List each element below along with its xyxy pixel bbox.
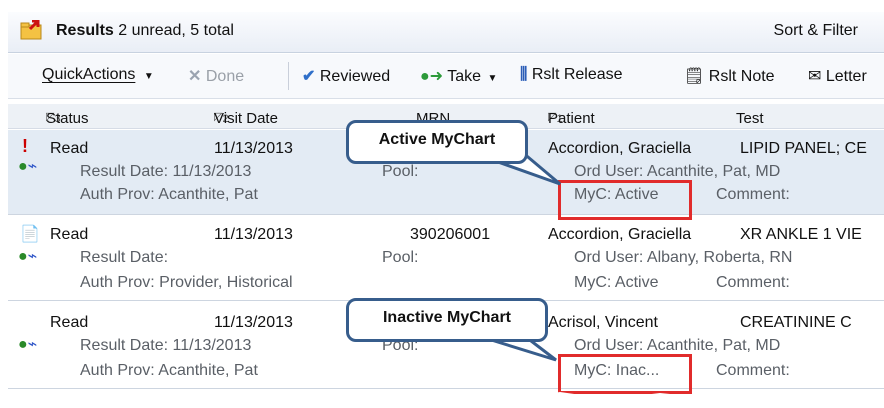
dropdown-arrow-icon: ▼ <box>143 71 154 82</box>
take-arrow-icon: ●➜ <box>420 68 444 85</box>
row-ord-user: Ord User: Acanthite, Pat, MD <box>574 163 781 180</box>
row-auth-prov: Auth Prov: Acanthite, Pat <box>80 362 258 379</box>
column-status-label: Status <box>46 110 89 127</box>
row-ord-user: Ord User: Acanthite, Pat, MD <box>574 337 781 354</box>
row-test: LIPID PANEL; CE <box>740 140 867 157</box>
row-auth-prov: Auth Prov: Provider, Historical <box>80 274 293 291</box>
row-status: Read <box>50 314 89 331</box>
row-visit-date: 11/13/2013 <box>214 226 293 243</box>
letter-icon: ✉ <box>808 68 822 85</box>
row-visit-date: 11/13/2013 <box>214 140 293 157</box>
results-title-bold: Results <box>56 22 114 39</box>
active-mychart-callout: Active MyChart <box>346 120 528 164</box>
row-visit-date: 11/13/2013 <box>214 314 293 331</box>
results-header: Results 2 unread, 5 total Sort & Filter <box>8 12 884 53</box>
toolbar-separator <box>288 62 289 90</box>
row-status: Read <box>50 226 89 243</box>
row-comment: Comment: <box>716 186 790 203</box>
take-button[interactable]: ●➜ Take ▼ <box>420 66 497 86</box>
document-icon: 📄 <box>20 226 40 243</box>
row-patient: Accordion, Graciella <box>548 226 692 243</box>
row-patient: Acrisol, Vincent <box>548 314 658 331</box>
results-count: 2 unread, 5 total <box>118 22 234 39</box>
done-button[interactable]: ✕ Done <box>188 66 244 86</box>
release-icon: ⫼ <box>520 66 528 83</box>
mychart-status-icon: ●⌁ <box>18 336 38 353</box>
results-window: Results 2 unread, 5 total Sort & Filter … <box>0 0 884 408</box>
quickactions-menu[interactable]: QuickActions ▼ <box>42 66 154 84</box>
column-visit-date-label: Visit Date <box>214 110 278 127</box>
sort-filter-button[interactable]: Sort & Filter <box>774 22 858 40</box>
mychart-status-icon: ●⌁ <box>18 248 38 265</box>
take-label: Take <box>447 68 482 85</box>
reviewed-button[interactable]: ✔ Reviewed <box>302 66 390 86</box>
row-ord-user: Ord User: Albany, Roberta, RN <box>574 249 793 266</box>
rslt-release-label: Rslt Release <box>531 66 623 83</box>
row-result-date: Result Date: 11/13/2013 <box>80 337 252 354</box>
row-mrn: 390206001 <box>410 226 491 243</box>
torn-edge <box>0 392 884 408</box>
column-test-label: Test <box>736 110 764 127</box>
column-patient-label: Patient <box>548 110 595 127</box>
active-mychart-callout-text: Active MyChart <box>378 131 496 148</box>
letter-button[interactable]: ✉ Letter <box>808 66 867 86</box>
table-row[interactable]: 📄 ●⌁ Read 11/13/2013 390206001 Accordion… <box>8 216 884 301</box>
rslt-note-button[interactable]: 🗒 Rslt Note <box>684 66 775 86</box>
row-mychart-status: MyC: Active <box>574 274 659 291</box>
row-pool: Pool: <box>382 249 419 266</box>
row-test: CREATININE C <box>740 314 852 331</box>
note-icon: 🗒 <box>684 68 705 85</box>
mychart-status-icon: ●⌁ <box>18 158 38 175</box>
row-comment: Comment: <box>716 362 790 379</box>
row-patient: Accordion, Graciella <box>548 140 692 157</box>
active-mychart-highlight <box>558 180 692 220</box>
row-auth-prov: Auth Prov: Acanthite, Pat <box>80 186 258 203</box>
checkmark-icon: ✔ <box>302 68 316 85</box>
dropdown-arrow-icon: ▼ <box>487 73 498 84</box>
reviewed-label: Reviewed <box>319 68 391 85</box>
inactive-mychart-callout-text: Inactive MyChart <box>382 309 512 326</box>
results-folder-icon <box>20 20 42 40</box>
rslt-note-label: Rslt Note <box>708 68 775 85</box>
row-result-date: Result Date: <box>80 249 169 266</box>
sort-filter-label: Sort & Filter <box>773 22 858 39</box>
letter-label: Letter <box>825 68 867 85</box>
toolbar: QuickActions ▼ ✕ Done ✔ Reviewed ●➜ Take… <box>8 54 884 99</box>
row-test: XR ANKLE 1 VIE <box>740 226 862 243</box>
row-result-date: Result Date: 11/13/2013 <box>80 163 252 180</box>
row-comment: Comment: <box>716 274 790 291</box>
close-x-icon: ✕ <box>188 68 202 85</box>
rslt-release-button[interactable]: ⫼ Rslt Release <box>520 66 623 84</box>
row-status: Read <box>50 140 89 157</box>
done-label: Done <box>205 68 245 85</box>
quickactions-label: QuickActions <box>42 66 136 83</box>
inactive-mychart-callout: Inactive MyChart <box>346 298 548 342</box>
exclamation-icon: ! <box>22 136 28 156</box>
results-title: Results 2 unread, 5 total <box>56 22 234 40</box>
row-pool: Pool: <box>382 163 419 180</box>
